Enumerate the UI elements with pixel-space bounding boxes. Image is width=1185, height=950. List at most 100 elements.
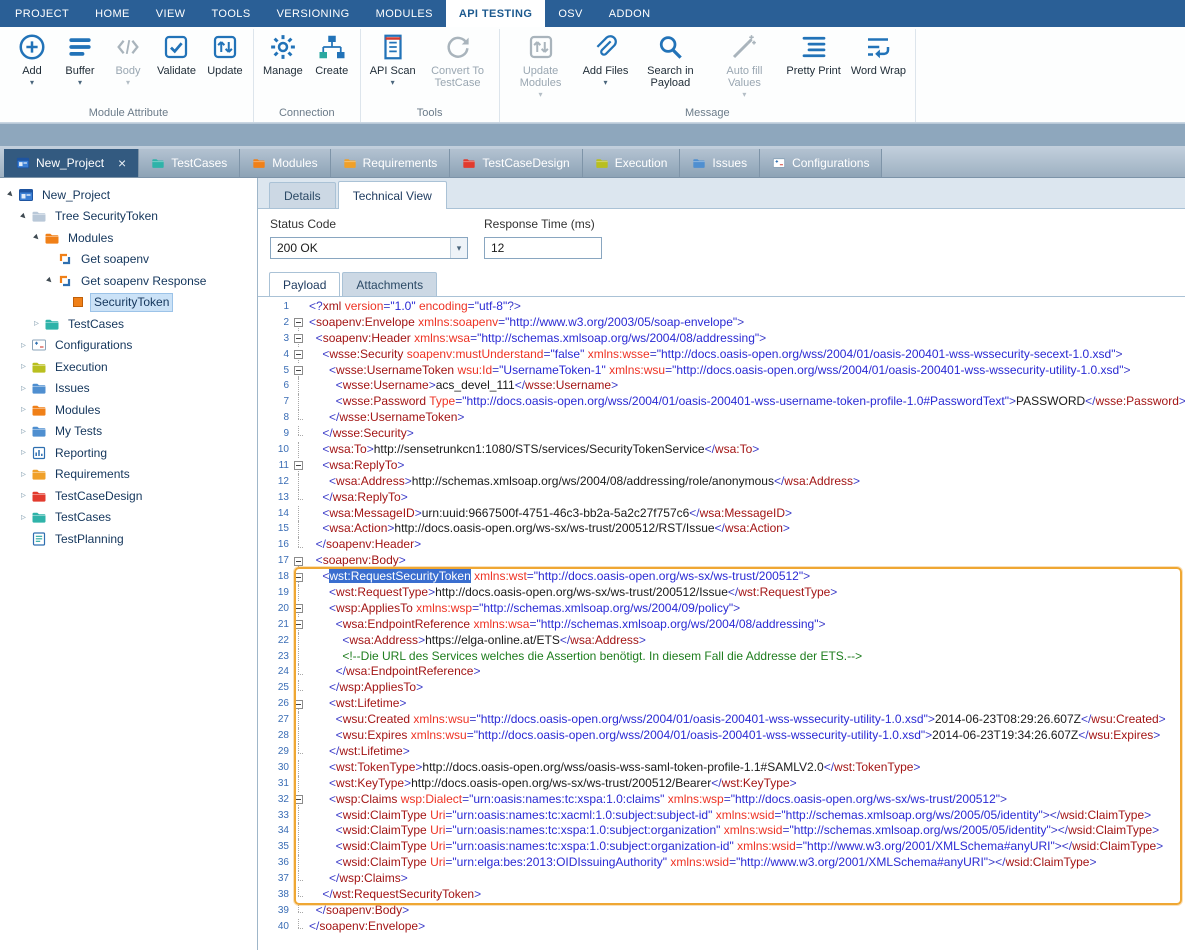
code-line[interactable]: 13 </wsa:ReplyTo> (258, 490, 1185, 506)
tree-item-get-soapenv[interactable]: Get soapenv (0, 249, 257, 271)
expander-icon[interactable]: ▹ (17, 404, 30, 415)
ribbon-tab-view[interactable]: VIEW (143, 0, 199, 27)
code-line[interactable]: 40</soapenv:Envelope> (258, 919, 1185, 935)
code-line[interactable]: 34 <wsid:ClaimType Uri="urn:oasis:names:… (258, 823, 1185, 839)
project-tab-execution[interactable]: Execution (583, 149, 681, 177)
tree-item-configurations[interactable]: ▹Configurations (0, 335, 257, 357)
fold-toggle-icon[interactable] (292, 601, 306, 617)
code-line[interactable]: 37 </wsp:Claims> (258, 871, 1185, 887)
code-line[interactable]: 5 <wsse:UsernameToken wsu:Id="UsernameTo… (258, 363, 1185, 379)
code-line[interactable]: 22 <wsa:Address>https://elga-online.at/E… (258, 633, 1185, 649)
code-line[interactable]: 30 <wst:TokenType>http://docs.oasis-open… (258, 760, 1185, 776)
tree-item-securitytoken[interactable]: SecurityToken (0, 292, 257, 314)
fold-toggle-icon[interactable] (292, 792, 306, 808)
code-line[interactable]: 14 <wsa:MessageID>urn:uuid:9667500f-4751… (258, 506, 1185, 522)
tab-details[interactable]: Details (269, 182, 336, 208)
ribbon-button-pretty-print[interactable]: Pretty Print (781, 29, 845, 77)
chevron-down-icon[interactable] (450, 238, 467, 258)
expander-icon[interactable]: ▸ (28, 229, 45, 246)
code-line[interactable]: 4 <wsse:Security soapenv:mustUnderstand=… (258, 347, 1185, 363)
expander-icon[interactable]: ▸ (15, 208, 32, 225)
tree-item-execution[interactable]: ▹Execution (0, 356, 257, 378)
tab-attachments[interactable]: Attachments (342, 272, 437, 296)
code-line[interactable]: 18 <wst:RequestSecurityToken xmlns:wst="… (258, 569, 1185, 585)
code-line[interactable]: 10 <wsa:To>http://sensetrunkcn1:1080/STS… (258, 442, 1185, 458)
ribbon-tab-addon[interactable]: ADDON (596, 0, 664, 27)
ribbon-button-buffer[interactable]: Buffer▾ (56, 29, 104, 87)
code-line[interactable]: 25 </wsp:AppliesTo> (258, 680, 1185, 696)
ribbon-tab-tools[interactable]: TOOLS (198, 0, 263, 27)
project-tab-issues[interactable]: Issues (680, 149, 760, 177)
code-line[interactable]: 39 </soapenv:Body> (258, 903, 1185, 919)
expander-icon[interactable]: ▹ (17, 469, 30, 480)
code-line[interactable]: 20 <wsp:AppliesTo xmlns:wsp="http://sche… (258, 601, 1185, 617)
code-line[interactable]: 32 <wsp:Claims wsp:Dialect="urn:oasis:na… (258, 792, 1185, 808)
project-tab-testcases[interactable]: TestCases (139, 149, 240, 177)
expander-icon[interactable]: ▹ (17, 490, 30, 501)
code-line[interactable]: 16 </soapenv:Header> (258, 537, 1185, 553)
code-line[interactable]: 8 </wsse:UsernameToken> (258, 410, 1185, 426)
fold-toggle-icon[interactable] (292, 363, 306, 379)
ribbon-button-add-files[interactable]: Add Files▾ (578, 29, 634, 87)
code-line[interactable]: 31 <wst:KeyType>http://docs.oasis-open.o… (258, 776, 1185, 792)
project-tab-configurations[interactable]: Configurations (760, 149, 882, 177)
tree-item-new-project[interactable]: ▸New_Project (0, 184, 257, 206)
ribbon-button-update[interactable]: Update (201, 29, 249, 77)
ribbon-button-create[interactable]: Create (308, 29, 356, 77)
tree-item-my-tests[interactable]: ▹My Tests (0, 421, 257, 443)
code-line[interactable]: 33 <wsid:ClaimType Uri="urn:oasis:names:… (258, 808, 1185, 824)
project-tab-modules[interactable]: Modules (240, 149, 330, 177)
tree-item-requirements[interactable]: ▹Requirements (0, 464, 257, 486)
code-line[interactable]: 3 <soapenv:Header xmlns:wsa="http://sche… (258, 331, 1185, 347)
tab-payload[interactable]: Payload (269, 272, 340, 297)
tab-technical-view[interactable]: Technical View (338, 181, 447, 209)
expander-icon[interactable]: ▸ (2, 186, 19, 203)
fold-toggle-icon[interactable] (292, 553, 306, 569)
code-line[interactable]: 29 </wst:Lifetime> (258, 744, 1185, 760)
tree-item-tree-securitytoken[interactable]: ▸Tree SecurityToken (0, 206, 257, 228)
code-line[interactable]: 7 <wsse:Password Type="http://docs.oasis… (258, 394, 1185, 410)
fold-toggle-icon[interactable] (292, 315, 306, 331)
code-line[interactable]: 28 <wsu:Expires xmlns:wsu="http://docs.o… (258, 728, 1185, 744)
expander-icon[interactable]: ▹ (17, 383, 30, 394)
project-tab-requirements[interactable]: Requirements (331, 149, 451, 177)
response-time-input[interactable] (484, 237, 602, 259)
ribbon-tab-modules[interactable]: MODULES (363, 0, 446, 27)
code-line[interactable]: 27 <wsu:Created xmlns:wsu="http://docs.o… (258, 712, 1185, 728)
ribbon-button-word-wrap[interactable]: Word Wrap (846, 29, 911, 77)
fold-toggle-icon[interactable] (292, 569, 306, 585)
ribbon-button-add[interactable]: Add▾ (8, 29, 56, 87)
expander-icon[interactable]: ▹ (17, 426, 30, 437)
fold-toggle-icon[interactable] (292, 696, 306, 712)
ribbon-button-search-in-payload[interactable]: Search in Payload (633, 29, 707, 89)
fold-toggle-icon[interactable] (292, 331, 306, 347)
expander-icon[interactable]: ▹ (17, 447, 30, 458)
expander-icon[interactable]: ▹ (17, 361, 30, 372)
tree-item-testcases[interactable]: ▹TestCases (0, 507, 257, 529)
code-line[interactable]: 9 </wsse:Security> (258, 426, 1185, 442)
ribbon-tab-api-testing[interactable]: API TESTING (446, 0, 545, 27)
ribbon-button-manage[interactable]: Manage (258, 29, 308, 77)
code-line[interactable]: 11 <wsa:ReplyTo> (258, 458, 1185, 474)
code-line[interactable]: 35 <wsid:ClaimType Uri="urn:oasis:names:… (258, 839, 1185, 855)
code-line[interactable]: 17 <soapenv:Body> (258, 553, 1185, 569)
code-line[interactable]: 36 <wsid:ClaimType Uri="urn:elga:bes:201… (258, 855, 1185, 871)
expander-icon[interactable]: ▹ (30, 318, 43, 329)
code-line[interactable]: 6 <wsse:Username>acs_devel_111</wsse:Use… (258, 378, 1185, 394)
ribbon-tab-versioning[interactable]: VERSIONING (264, 0, 363, 27)
code-line[interactable]: 26 <wst:Lifetime> (258, 696, 1185, 712)
code-line[interactable]: 1<?xml version="1.0" encoding="utf-8"?> (258, 299, 1185, 315)
expander-icon[interactable]: ▸ (41, 272, 58, 289)
expander-icon[interactable]: ▹ (17, 512, 30, 523)
ribbon-tab-osv[interactable]: OSV (545, 0, 595, 27)
tree-item-testplanning[interactable]: TestPlanning (0, 528, 257, 550)
code-line[interactable]: 24 </wsa:EndpointReference> (258, 664, 1185, 680)
code-line[interactable]: 38 </wst:RequestSecurityToken> (258, 887, 1185, 903)
tree-item-modules[interactable]: ▸Modules (0, 227, 257, 249)
tree-item-testcases[interactable]: ▹TestCases (0, 313, 257, 335)
project-tab-testcasedesign[interactable]: TestCaseDesign (450, 149, 582, 177)
expander-icon[interactable]: ▹ (17, 340, 30, 351)
ribbon-button-api-scan[interactable]: API Scan▾ (365, 29, 421, 87)
tree-item-reporting[interactable]: ▹Reporting (0, 442, 257, 464)
project-tab-new-project[interactable]: New_Project× (4, 149, 139, 177)
